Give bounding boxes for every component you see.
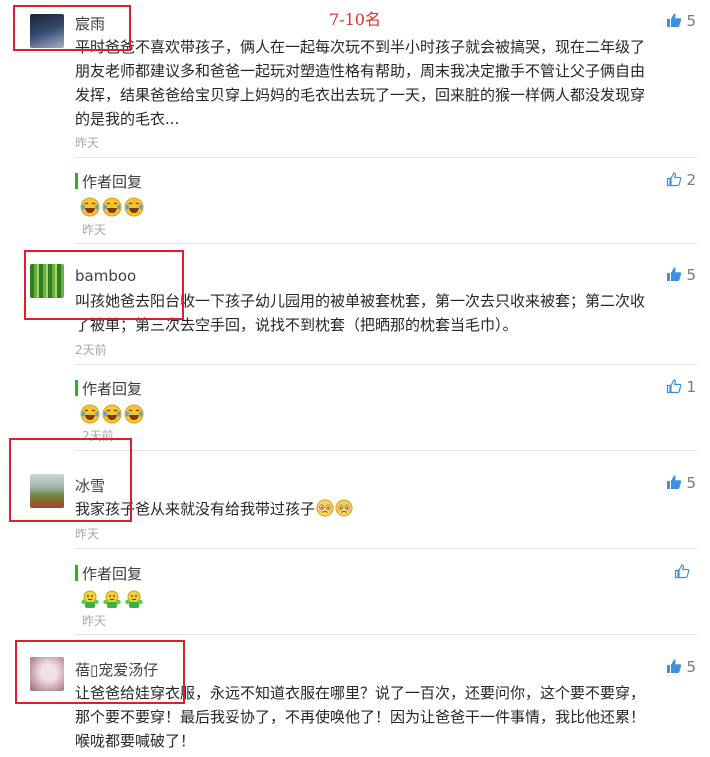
laugh-cry-emoji [102, 404, 122, 423]
laugh-cry-emoji [80, 404, 100, 423]
comment-line: 朋友老师都建议多和爸爸一起玩对塑造性格有帮助，周末我决定撒手不管让父子俩自由 [75, 62, 646, 80]
thumbs-up-icon [666, 475, 681, 489]
reply-like-button[interactable]: 2 [666, 171, 696, 189]
laugh-cry-emoji [124, 197, 144, 216]
divider [75, 450, 697, 451]
highlight-box [15, 640, 185, 704]
like-button[interactable]: 5 [666, 658, 696, 676]
divider [75, 243, 697, 244]
comment-time: 昨天 [75, 527, 100, 541]
author-reply-label: 作者回复 [82, 173, 143, 191]
highlight-box [13, 5, 131, 51]
thumbs-up-icon [674, 564, 690, 579]
thumbs-up-icon [666, 379, 682, 394]
laugh-cry-emoji [102, 197, 122, 216]
green-fist-emoji [125, 590, 143, 608]
reply-like-button[interactable]: 1 [666, 378, 696, 396]
comment-line: 发挥，结果爸爸给宝贝穿上妈妈的毛衣出去玩了一天，回来脏的猴一样俩人都没发现穿 [75, 86, 646, 104]
laugh-cry-emoji [124, 404, 144, 423]
sad-emoji [335, 499, 353, 517]
reply-time: 昨天 [82, 614, 107, 628]
like-count: 5 [686, 266, 696, 284]
divider [75, 548, 697, 549]
reply-time: 昨天 [82, 223, 107, 237]
thumbs-up-icon [666, 659, 681, 673]
like-count: 1 [686, 378, 696, 396]
laugh-cry-emoji [80, 197, 100, 216]
reply-emojis [80, 588, 146, 609]
thumbs-up-icon [666, 13, 681, 27]
divider [75, 634, 697, 635]
like-count: 5 [686, 658, 696, 676]
like-count: 2 [686, 171, 696, 189]
like-button[interactable]: 5 [666, 474, 696, 492]
sad-emoji [316, 499, 334, 517]
divider [75, 157, 697, 158]
reply-like-button[interactable] [674, 563, 690, 581]
highlight-box [24, 250, 184, 320]
like-button[interactable]: 5 [666, 12, 696, 30]
comment-line: 平时爸爸不喜欢带孩子，俩人在一起每次玩不到半小时孩子就会被搞哭，现在二年级了 [75, 38, 646, 56]
comment-line: 的是我的毛衣... [75, 110, 180, 128]
author-reply-label: 作者回复 [82, 565, 143, 583]
thumbs-up-icon [666, 172, 682, 187]
author-reply-label: 作者回复 [82, 380, 143, 398]
reply-marker [75, 380, 78, 396]
comment-line: 喉咙都要喊破了！ [75, 732, 196, 750]
comment-time: 昨天 [75, 136, 100, 150]
comment-time: 2天前 [75, 343, 107, 357]
reply-emojis [80, 196, 146, 217]
highlight-box [9, 438, 132, 522]
reply-marker [75, 173, 78, 189]
like-button[interactable]: 5 [666, 266, 696, 284]
like-count: 5 [686, 12, 696, 30]
green-fist-emoji [81, 590, 99, 608]
thumbs-up-icon [666, 267, 681, 281]
comment-line: 那个要不要穿！最后我妥协了，不再使唤他了！因为让爸爸干一件事情，我比他还累！ [75, 708, 646, 726]
like-count: 5 [686, 474, 696, 492]
divider [75, 364, 697, 365]
reply-emojis [80, 403, 146, 424]
green-fist-emoji [103, 590, 121, 608]
reply-marker [75, 565, 78, 581]
comment-text: 平时爸爸不喜欢带孩子，俩人在一起每次玩不到半小时孩子就会被搞哭，现在二年级了 朋… [75, 35, 645, 131]
